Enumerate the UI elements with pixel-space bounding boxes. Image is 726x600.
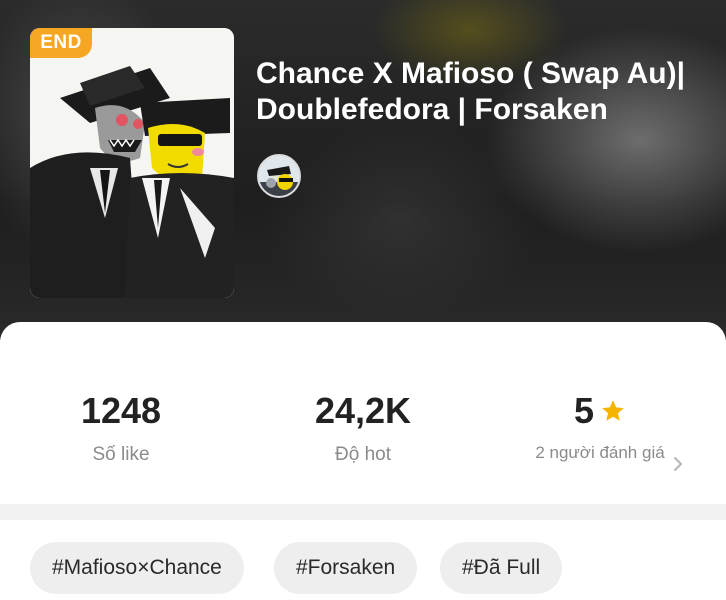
star-icon: [602, 400, 624, 421]
story-title: Chance X Mafioso ( Swap Au)| Doublefedor…: [256, 57, 685, 126]
story-cover[interactable]: END: [30, 28, 234, 298]
hot-stat: 24,2K Độ hot: [282, 390, 444, 466]
likes-value: 1248: [80, 390, 162, 431]
tag-list: #Mafioso×Chance #Forsaken #Đã Full: [0, 520, 726, 600]
rating-row: 5: [530, 390, 670, 432]
rating-stat[interactable]: 5 2 người đánh giá: [530, 390, 670, 464]
rating-value: 5: [573, 390, 595, 431]
status-badge: END: [30, 28, 92, 58]
rating-label: 2 người đánh giá: [535, 443, 665, 462]
tag-chip[interactable]: #Đã Full: [440, 542, 563, 594]
cover-illustration: [30, 28, 234, 298]
likes-label: Số like: [92, 444, 150, 465]
likes-stat: 1248 Số like: [40, 390, 202, 466]
chevron-right-icon[interactable]: [670, 456, 686, 472]
tag-chip[interactable]: #Forsaken: [274, 542, 418, 594]
hot-value: 24,2K: [314, 390, 412, 431]
tag-chip[interactable]: #Mafioso×Chance: [30, 542, 244, 594]
hot-label: Độ hot: [335, 444, 391, 465]
author-avatar[interactable]: [257, 154, 301, 198]
stats-panel: 1248 Số like 24,2K Độ hot 5 2 người đánh…: [0, 322, 726, 504]
